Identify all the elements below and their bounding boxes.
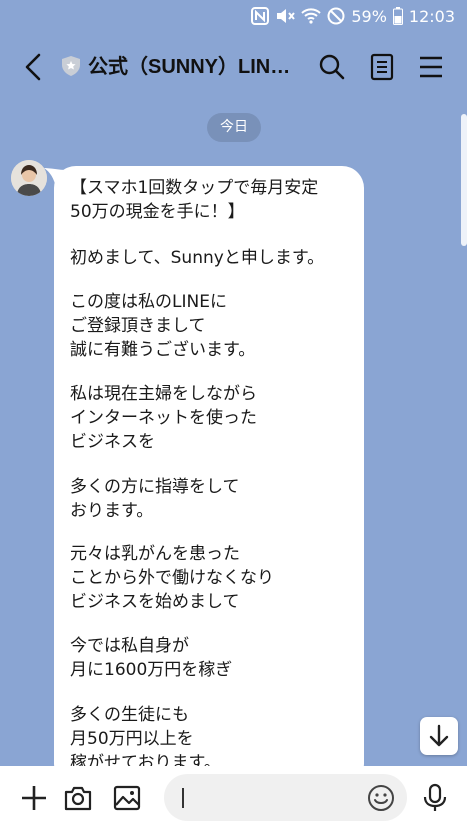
emoji-icon (368, 785, 394, 811)
status-bar: 59% 12:03 (0, 0, 467, 32)
message-line: 月に1600万円を稼ぎ (70, 660, 233, 680)
message-line: 元々は乳がんを患った (70, 544, 240, 564)
notes-button[interactable] (368, 53, 396, 81)
chat-header: 公式（SUNNY）LINE… (0, 32, 467, 102)
arrow-down-icon (429, 724, 449, 747)
avatar-image (11, 160, 47, 196)
message-line: 多くの生徒にも (70, 705, 189, 725)
microphone-icon (423, 783, 447, 811)
battery-icon (392, 7, 403, 25)
message-line: ご登録頂きまして (70, 316, 206, 336)
add-button[interactable] (19, 783, 49, 813)
scrollbar[interactable] (461, 114, 467, 246)
message-line: ことから外で働けなくなり (70, 568, 274, 588)
message-line: 初めまして、Sunnyと申します。 (70, 248, 325, 268)
camera-button[interactable] (63, 783, 93, 813)
message-line: ビジネスを始めまして (70, 592, 240, 612)
no-sim-icon (327, 7, 345, 25)
emoji-button[interactable] (366, 783, 396, 813)
plus-icon (22, 786, 46, 810)
message-line: 多くの方に指導をして (70, 477, 240, 497)
message-line: この度は私のLINEに (70, 292, 227, 312)
nfc-icon (251, 7, 270, 25)
message-line: 今では私自身が (70, 636, 189, 656)
shield-star-icon (60, 55, 82, 77)
mute-icon (275, 7, 296, 25)
input-bar (0, 766, 467, 831)
message-line: 誠に有難うございます。 (70, 340, 256, 360)
mic-button[interactable] (420, 783, 450, 813)
wifi-icon (301, 7, 322, 25)
message-input[interactable] (164, 774, 407, 821)
chat-title[interactable]: 公式（SUNNY）LINE… (88, 52, 303, 82)
message-line: 50万の現金を手に！】 (70, 202, 245, 222)
clock: 12:03 (408, 6, 455, 26)
date-separator: 今日 (207, 113, 261, 142)
image-button[interactable] (112, 783, 142, 813)
image-icon (113, 785, 141, 811)
message-line: おります。 (70, 501, 154, 521)
message-bubble[interactable]: 【スマホ1回数タップで毎月安定 50万の現金を手に！】 初めまして、Sunnyと… (54, 166, 364, 786)
message-line: 私は現在主婦をしながら (70, 384, 257, 404)
menu-icon (420, 56, 442, 78)
message-line: インターネットを使った (70, 408, 257, 428)
chevron-left-icon (25, 53, 41, 81)
message-line: 月50万円以上を (70, 729, 194, 749)
text-caret (182, 788, 184, 808)
battery-percent: 59% (351, 6, 387, 26)
menu-button[interactable] (417, 53, 445, 81)
back-button[interactable] (22, 52, 46, 82)
search-button[interactable] (318, 53, 346, 81)
search-icon (319, 54, 345, 80)
notes-icon (370, 53, 394, 81)
scroll-to-bottom-button[interactable] (420, 717, 458, 755)
message-line: ビジネスを (70, 432, 155, 452)
message-line: 【スマホ1回数タップで毎月安定 (70, 178, 319, 198)
avatar[interactable] (11, 160, 47, 196)
camera-icon (64, 786, 92, 811)
